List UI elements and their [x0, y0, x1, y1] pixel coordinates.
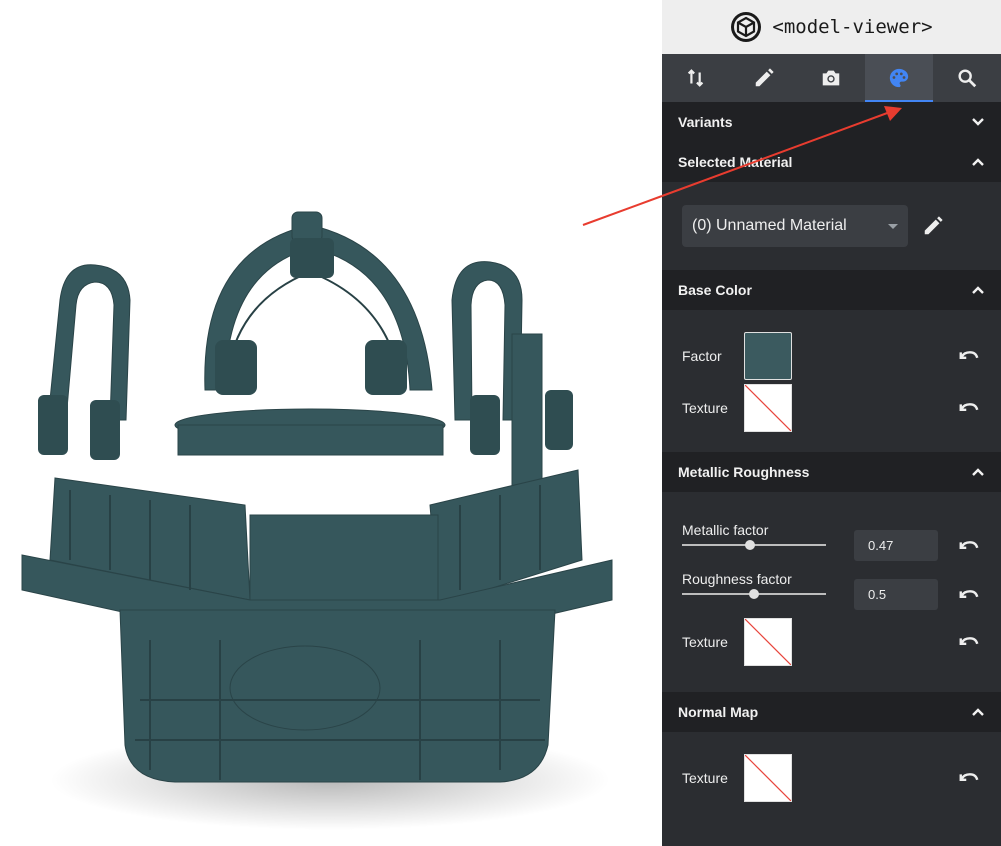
metallic-roughness-texture-slot[interactable]: [744, 618, 792, 666]
chevron-down-icon: [972, 118, 984, 126]
brand-title: <model-viewer>: [772, 16, 933, 38]
reset-base-color-factor-button[interactable]: [957, 344, 981, 368]
tab-edit[interactable]: [730, 54, 798, 102]
tab-sort[interactable]: [662, 54, 730, 102]
normal-map-texture-label: Texture: [682, 770, 728, 786]
metallic-slider-thumb[interactable]: [744, 540, 755, 550]
tab-camera[interactable]: [798, 54, 866, 102]
selected-material-header[interactable]: Selected Material: [662, 142, 1001, 182]
roughness-factor-control: Roughness factor 0.5: [682, 563, 981, 612]
brand-header: <model-viewer>: [662, 0, 1001, 54]
sort-arrows-icon: [687, 69, 704, 87]
reset-metallic-roughness-texture-button[interactable]: [957, 630, 981, 654]
normal-map-header[interactable]: Normal Map: [662, 692, 1001, 732]
normal-map-texture-slot[interactable]: [744, 754, 792, 802]
robot-model-render: [21, 211, 613, 830]
undo-icon: [959, 637, 979, 646]
roughness-slider-track[interactable]: [682, 589, 826, 599]
base-color-texture-slot[interactable]: [744, 384, 792, 432]
metallic-slider-track[interactable]: [682, 540, 826, 550]
pencil-icon: [924, 216, 943, 235]
base-color-title: Base Color: [678, 282, 752, 298]
chevron-up-icon: [972, 708, 984, 716]
base-color-factor-swatch[interactable]: [744, 332, 792, 380]
rename-material-button[interactable]: [920, 213, 946, 239]
roughness-slider-thumb[interactable]: [749, 589, 759, 599]
undo-icon: [959, 541, 979, 550]
roughness-factor-input[interactable]: 0.5: [854, 579, 938, 610]
undo-icon: [959, 773, 979, 782]
reset-metallic-factor-button[interactable]: [957, 534, 981, 558]
chevron-up-icon: [972, 158, 984, 166]
palette-icon: [890, 68, 909, 88]
variants-header[interactable]: Variants: [662, 102, 1001, 142]
metallic-roughness-texture-label: Texture: [682, 634, 728, 650]
selected-material-title: Selected Material: [678, 154, 793, 170]
metallic-factor-control: Metallic factor 0.47: [682, 514, 981, 563]
model-viewer-cube-icon: [731, 12, 762, 42]
pencil-icon: [755, 68, 774, 87]
material-select[interactable]: (0) Unnamed Material: [682, 205, 908, 247]
undo-icon: [959, 403, 979, 412]
camera-icon: [823, 70, 840, 86]
variants-title: Variants: [678, 114, 733, 130]
metallic-roughness-header[interactable]: Metallic Roughness: [662, 452, 1001, 492]
metallic-factor-input[interactable]: 0.47: [854, 530, 938, 561]
model-viewport[interactable]: [0, 0, 662, 846]
reset-base-color-texture-button[interactable]: [957, 396, 981, 420]
metallic-factor-label: Metallic factor: [682, 522, 769, 538]
roughness-factor-label: Roughness factor: [682, 571, 792, 587]
chevron-up-icon: [972, 286, 984, 294]
undo-icon: [959, 351, 979, 360]
reset-roughness-factor-button[interactable]: [957, 583, 981, 607]
empty-texture-icon: [745, 619, 791, 665]
chevron-up-icon: [972, 468, 984, 476]
material-select-value: (0) Unnamed Material: [692, 217, 847, 234]
undo-icon: [959, 590, 979, 599]
base-color-factor-label: Factor: [682, 348, 722, 364]
metallic-roughness-title: Metallic Roughness: [678, 464, 810, 480]
reset-normal-map-texture-button[interactable]: [957, 766, 981, 790]
search-icon: [958, 69, 977, 88]
editor-panel: <model-viewer> Variants Selected Materia…: [662, 0, 1001, 846]
base-color-texture-label: Texture: [682, 400, 728, 416]
dropdown-caret-icon: [888, 223, 898, 229]
tab-search[interactable]: [933, 54, 1001, 102]
empty-texture-icon: [745, 385, 791, 431]
normal-map-title: Normal Map: [678, 704, 759, 720]
tab-bar: [662, 54, 1001, 102]
tab-materials[interactable]: [865, 54, 934, 102]
empty-texture-icon: [745, 755, 791, 801]
base-color-header[interactable]: Base Color: [662, 270, 1001, 310]
